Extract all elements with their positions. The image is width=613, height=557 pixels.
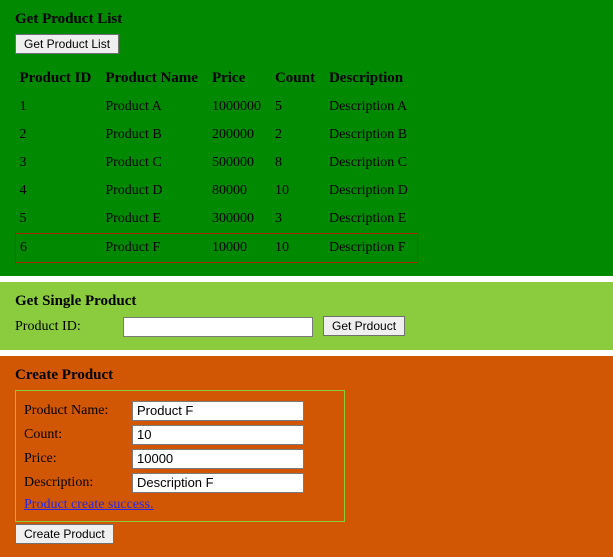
product-name-input[interactable] xyxy=(132,401,304,421)
count-label: Count: xyxy=(24,427,132,443)
cell-desc: Description D xyxy=(325,177,418,205)
cell-count: 10 xyxy=(271,177,325,205)
cell-id: 5 xyxy=(16,205,102,234)
cell-id: 1 xyxy=(16,93,102,121)
get-product-list-title: Get Product List xyxy=(15,11,598,28)
cell-count: 2 xyxy=(271,121,325,149)
cell-price: 500000 xyxy=(208,149,271,177)
cell-name: Product C xyxy=(101,149,208,177)
cell-id: 6 xyxy=(16,234,102,263)
create-product-button[interactable]: Create Product xyxy=(15,524,114,544)
table-row[interactable]: 4Product D8000010Description D xyxy=(16,177,418,205)
table-row[interactable]: 6Product F1000010Description F xyxy=(16,234,418,263)
cell-count: 10 xyxy=(271,234,325,263)
cell-id: 4 xyxy=(16,177,102,205)
table-row[interactable]: 1Product A10000005Description A xyxy=(16,93,418,121)
create-product-title: Create Product xyxy=(15,367,598,384)
cell-price: 10000 xyxy=(208,234,271,263)
get-product-button[interactable]: Get Prdouct xyxy=(323,316,405,336)
cell-name: Product A xyxy=(101,93,208,121)
price-label: Price: xyxy=(24,451,132,467)
description-input[interactable] xyxy=(132,473,304,493)
cell-name: Product E xyxy=(101,205,208,234)
count-input[interactable] xyxy=(132,425,304,445)
col-description: Description xyxy=(325,64,418,93)
cell-id: 2 xyxy=(16,121,102,149)
product-id-input[interactable] xyxy=(123,317,313,337)
cell-name: Product B xyxy=(101,121,208,149)
cell-name: Product D xyxy=(101,177,208,205)
cell-price: 200000 xyxy=(208,121,271,149)
col-count: Count xyxy=(271,64,325,93)
cell-count: 3 xyxy=(271,205,325,234)
cell-price: 80000 xyxy=(208,177,271,205)
price-input[interactable] xyxy=(132,449,304,469)
table-header-row: Product ID Product Name Price Count Desc… xyxy=(16,64,418,93)
product-table: Product ID Product Name Price Count Desc… xyxy=(15,64,418,263)
cell-desc: Description A xyxy=(325,93,418,121)
cell-count: 8 xyxy=(271,149,325,177)
get-single-product-title: Get Single Product xyxy=(15,293,598,310)
create-product-form: Product Name: Count: Price: Description:… xyxy=(15,390,345,522)
get-product-list-button[interactable]: Get Product List xyxy=(15,34,119,54)
cell-price: 300000 xyxy=(208,205,271,234)
cell-desc: Description B xyxy=(325,121,418,149)
get-single-product-panel: Get Single Product Product ID: Get Prdou… xyxy=(0,282,613,350)
cell-desc: Description E xyxy=(325,205,418,234)
cell-count: 5 xyxy=(271,93,325,121)
product-name-label: Product Name: xyxy=(24,403,132,419)
table-row[interactable]: 2Product B2000002Description B xyxy=(16,121,418,149)
create-product-panel: Create Product Product Name: Count: Pric… xyxy=(0,356,613,557)
col-price: Price xyxy=(208,64,271,93)
cell-name: Product F xyxy=(101,234,208,263)
description-label: Description: xyxy=(24,475,132,491)
table-row[interactable]: 5Product E3000003Description E xyxy=(16,205,418,234)
cell-price: 1000000 xyxy=(208,93,271,121)
create-success-message: Product create success. xyxy=(24,497,336,513)
table-row[interactable]: 3Product C5000008Description C xyxy=(16,149,418,177)
cell-desc: Description C xyxy=(325,149,418,177)
get-product-list-panel: Get Product List Get Product List Produc… xyxy=(0,0,613,276)
col-product-id: Product ID xyxy=(16,64,102,93)
col-product-name: Product Name xyxy=(101,64,208,93)
cell-desc: Description F xyxy=(325,234,418,263)
cell-id: 3 xyxy=(16,149,102,177)
product-id-label: Product ID: xyxy=(15,319,119,335)
